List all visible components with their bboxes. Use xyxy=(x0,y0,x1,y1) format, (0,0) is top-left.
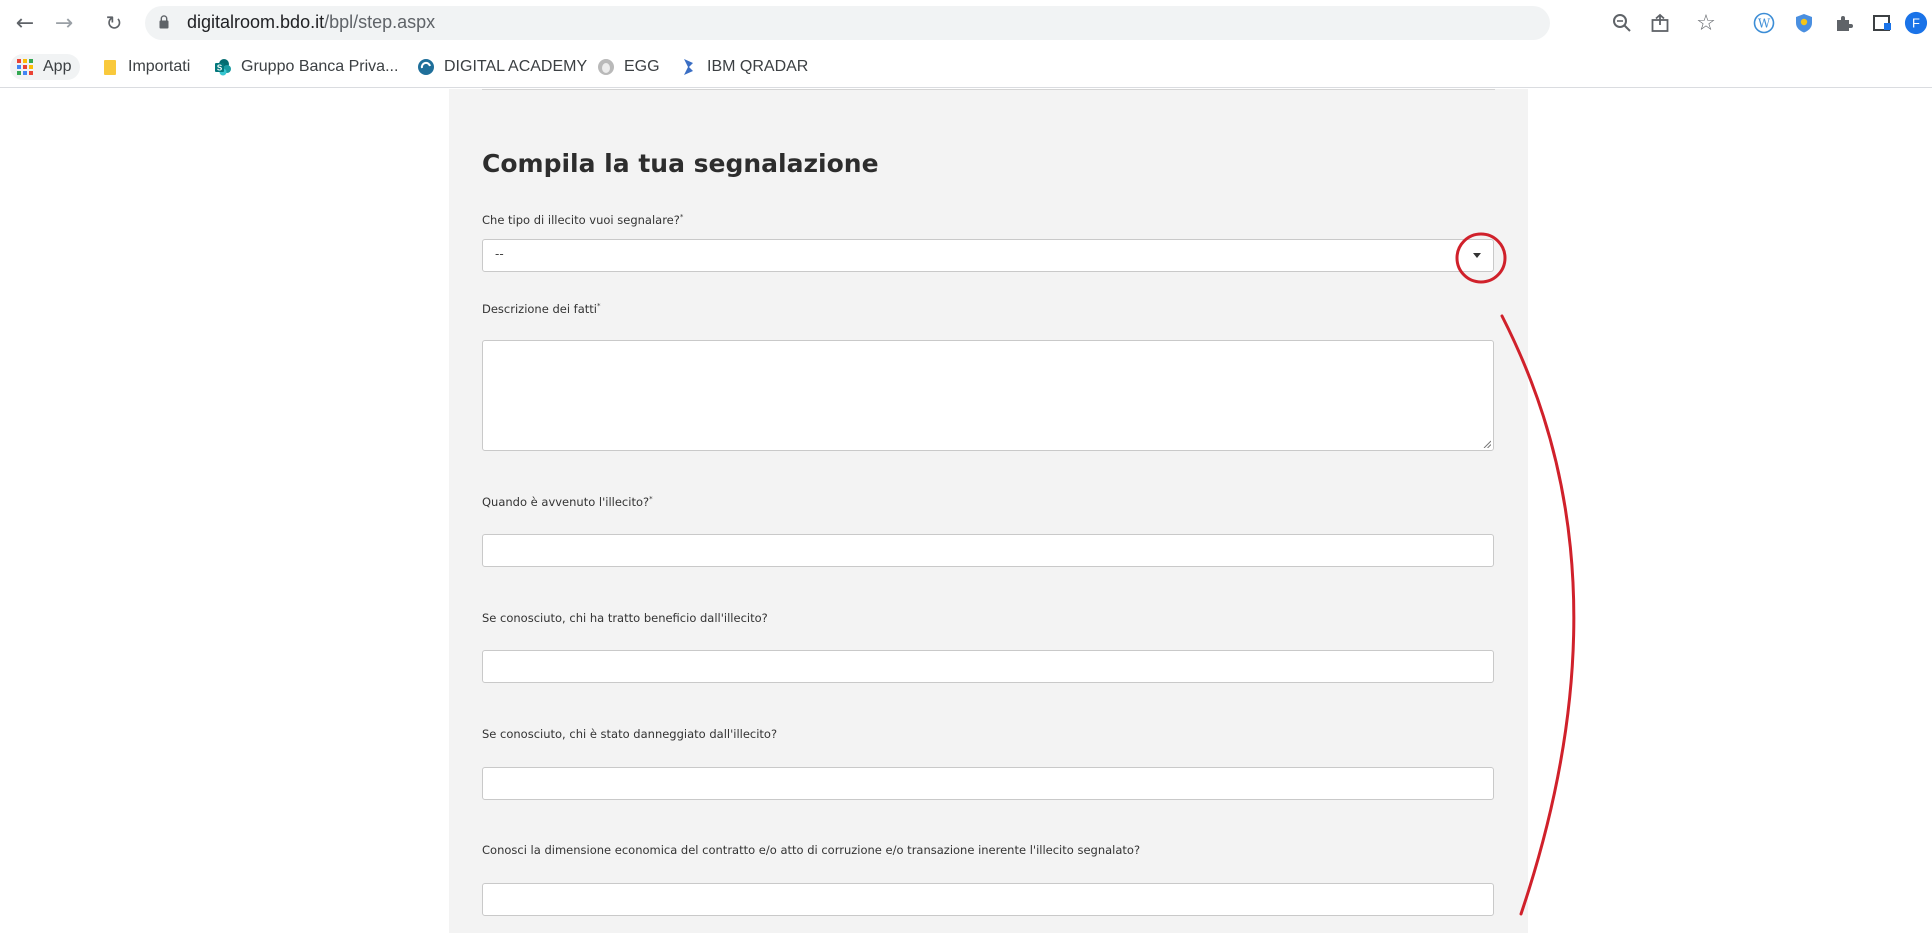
quando-input[interactable] xyxy=(482,534,1494,567)
resize-handle-icon[interactable] xyxy=(1483,440,1491,448)
side-panel-icon[interactable] xyxy=(1870,11,1894,35)
apps-grid-icon xyxy=(17,59,33,75)
bookmark-importati[interactable]: Importati xyxy=(101,54,190,80)
field-label-quando: Quando è avvenuto l'illecito?* xyxy=(482,495,653,509)
descrizione-textarea[interactable] xyxy=(482,340,1494,451)
bookmark-digital-academy[interactable]: DIGITAL ACADEMY xyxy=(417,54,587,80)
svg-text:S: S xyxy=(217,64,223,73)
bookmark-gruppo-banca[interactable]: S Gruppo Banca Priva... xyxy=(214,54,398,80)
lock-icon xyxy=(159,15,169,29)
tipo-illecito-select[interactable]: -- xyxy=(482,239,1494,272)
bookmark-label: DIGITAL ACADEMY xyxy=(444,58,588,75)
academy-icon xyxy=(418,59,434,75)
bookmark-label: App xyxy=(43,58,72,75)
egg-icon xyxy=(598,59,614,75)
extensions-puzzle-icon[interactable] xyxy=(1832,11,1856,35)
field-label-tipo-illecito: Che tipo di illecito vuoi segnalare?* xyxy=(482,213,684,227)
profile-initial: F xyxy=(1912,16,1920,31)
bookmark-label: Gruppo Banca Priva... xyxy=(241,58,399,75)
bookmark-star-icon[interactable]: ☆ xyxy=(1694,11,1718,36)
bookmark-egg[interactable]: EGG xyxy=(597,54,660,80)
url-path: /bpl/step.aspx xyxy=(324,12,436,32)
bookmark-label: Importati xyxy=(128,58,191,75)
profile-avatar[interactable]: F xyxy=(1904,11,1928,35)
folder-icon xyxy=(104,60,116,75)
url-domain: digitalroom.bdo.it xyxy=(187,12,325,32)
page-title: Compila la tua segnalazione xyxy=(482,149,879,178)
beneficio-input[interactable] xyxy=(482,650,1494,683)
bookmarks-bar: App Importati S Gruppo Banca Priva... DI… xyxy=(0,46,1932,88)
divider xyxy=(482,89,1495,90)
chevron-down-icon[interactable] xyxy=(1473,253,1481,258)
field-label-beneficio: Se conosciuto, chi ha tratto beneficio d… xyxy=(482,611,768,625)
bookmark-label: IBM QRADAR xyxy=(707,58,809,75)
field-label-danneggiato: Se conosciuto, chi è stato danneggiato d… xyxy=(482,727,778,741)
svg-text:W: W xyxy=(1758,17,1771,31)
field-label-descrizione: Descrizione dei fatti* xyxy=(482,302,601,316)
url-text: digitalroom.bdo.it/bpl/step.aspx xyxy=(187,12,435,33)
web-page: Compila la tua segnalazione Che tipo di … xyxy=(0,89,1932,933)
browser-toolbar: ← → ↻ digitalroom.bdo.it/bpl/step.aspx ☆… xyxy=(0,0,1932,46)
share-icon[interactable] xyxy=(1648,11,1672,35)
vpn-shield-extension-icon[interactable] xyxy=(1792,11,1816,35)
wordpress-extension-icon[interactable]: W xyxy=(1752,11,1776,35)
select-value: -- xyxy=(495,247,504,261)
bookmark-label: EGG xyxy=(624,58,660,75)
reload-icon[interactable]: ↻ xyxy=(101,10,127,36)
field-label-dimensione-economica: Conosci la dimensione economica del cont… xyxy=(482,843,1141,857)
form-panel: Compila la tua segnalazione Che tipo di … xyxy=(449,89,1528,933)
dimensione-economica-input[interactable] xyxy=(482,883,1494,916)
danneggiato-input[interactable] xyxy=(482,767,1494,800)
sharepoint-icon: S xyxy=(215,59,231,76)
address-bar[interactable]: digitalroom.bdo.it/bpl/step.aspx xyxy=(145,6,1550,40)
qradar-icon xyxy=(684,59,693,75)
forward-icon[interactable]: → xyxy=(51,10,77,36)
zoom-icon[interactable] xyxy=(1610,11,1634,35)
back-icon[interactable]: ← xyxy=(12,10,38,36)
bookmark-ibm-qradar[interactable]: IBM QRADAR xyxy=(680,54,808,80)
bookmark-apps[interactable]: App xyxy=(10,54,81,80)
